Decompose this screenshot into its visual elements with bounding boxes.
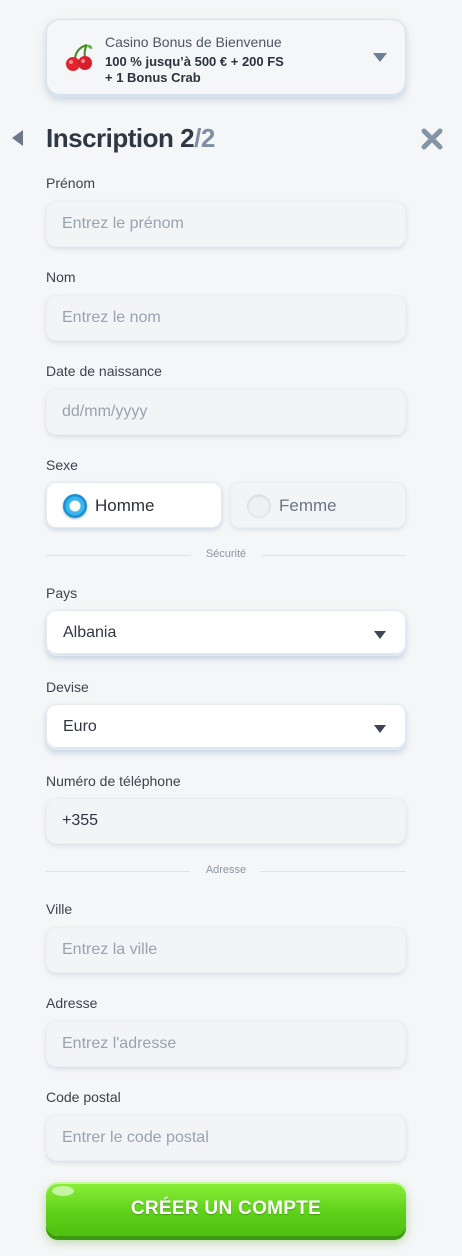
gender-option-label: Homme — [95, 496, 155, 515]
last-name-input[interactable] — [46, 295, 406, 341]
close-icon[interactable] — [421, 128, 443, 150]
currency-select-value: Euro — [63, 718, 97, 735]
page-title-total: 2 — [200, 123, 215, 153]
security-divider-label: Sécurité — [205, 548, 247, 560]
address-divider-label: Adresse — [205, 864, 247, 876]
gender-label: Sexe — [46, 457, 78, 473]
chevron-down-icon — [374, 725, 386, 733]
page-title: Inscription 2/2 — [46, 123, 215, 154]
bonus-offer-line: 100 % jusqu’à 500 € + 200 FS — [105, 54, 284, 69]
page-title-separator: / — [194, 123, 201, 153]
postal-code-input[interactable] — [46, 1115, 406, 1161]
radio-unselected-icon — [247, 494, 271, 518]
gender-option-male[interactable]: Homme — [46, 482, 222, 528]
create-account-button[interactable]: CRÉER UN COMPTE — [46, 1182, 406, 1236]
security-divider: Sécurité — [46, 548, 406, 562]
address-divider: Adresse — [46, 864, 406, 878]
gender-option-label: Femme — [279, 496, 337, 515]
phone-label: Numéro de téléphone — [46, 773, 181, 789]
first-name-label: Prénom — [46, 175, 96, 191]
chevron-down-icon — [374, 631, 386, 639]
birth-date-label: Date de naissance — [46, 363, 162, 379]
bonus-offer-extra: + 1 Bonus Crab — [105, 70, 201, 85]
city-input[interactable] — [46, 927, 406, 973]
phone-input[interactable] — [46, 798, 406, 844]
currency-label: Devise — [46, 679, 89, 695]
back-arrow-icon[interactable] — [12, 130, 23, 146]
chevron-down-icon[interactable] — [373, 53, 387, 62]
last-name-label: Nom — [46, 269, 76, 285]
postal-code-label: Code postal — [46, 1089, 121, 1105]
page-title-step: Inscription 2 — [46, 123, 195, 153]
birth-date-input[interactable] — [46, 389, 406, 435]
bonus-selector[interactable]: Casino Bonus de Bienvenue 100 % jusqu’à … — [46, 19, 406, 97]
bonus-title: Casino Bonus de Bienvenue — [105, 34, 282, 50]
country-select[interactable]: Albania — [46, 610, 406, 656]
country-label: Pays — [46, 585, 78, 601]
gender-option-female[interactable]: Femme — [230, 482, 406, 528]
cherry-icon — [66, 44, 93, 71]
button-shine — [52, 1186, 74, 1196]
country-select-value: Albania — [63, 624, 117, 641]
currency-select[interactable]: Euro — [46, 704, 406, 750]
address-label: Adresse — [46, 995, 98, 1011]
radio-selected-icon — [63, 494, 87, 518]
address-input[interactable] — [46, 1021, 406, 1067]
first-name-input[interactable] — [46, 201, 406, 247]
create-account-label: CRÉER UN COMPTE — [130, 1198, 322, 1219]
city-label: Ville — [46, 901, 73, 917]
